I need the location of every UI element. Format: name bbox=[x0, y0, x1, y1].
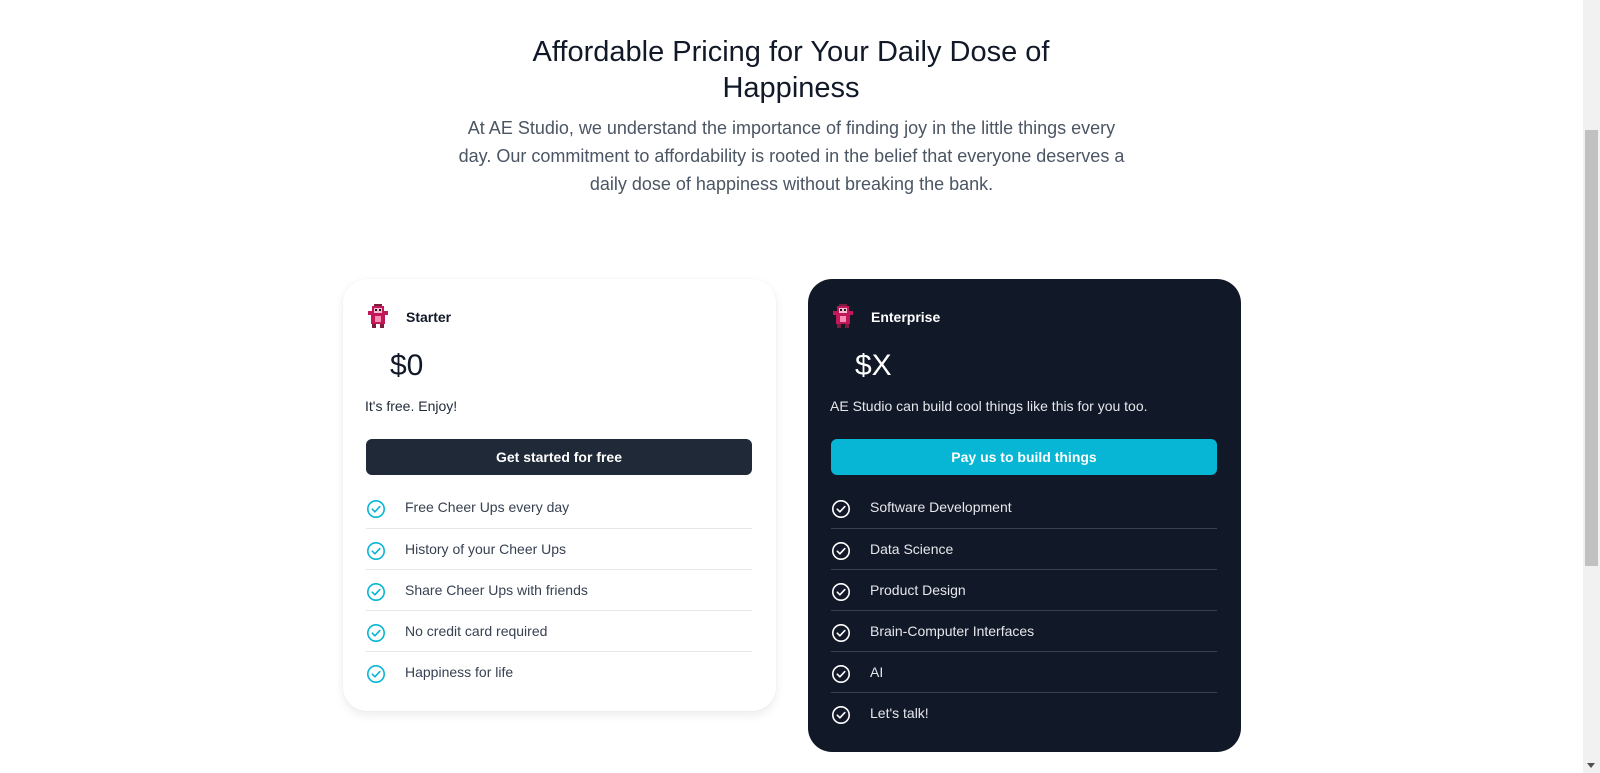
check-circle-icon bbox=[832, 665, 850, 683]
feature-item: Data Science bbox=[831, 528, 1217, 569]
scroll-down-arrow-icon[interactable] bbox=[1587, 763, 1595, 768]
pixel-monkey-icon bbox=[368, 304, 388, 328]
check-circle-icon bbox=[367, 542, 385, 560]
feature-item: Let's talk! bbox=[831, 692, 1217, 733]
pixel-monkey-icon bbox=[833, 304, 853, 328]
enterprise-plan-card: Enterprise $X AE Studio can build cool t… bbox=[808, 279, 1241, 752]
plan-name: Starter bbox=[406, 309, 452, 325]
feature-list: Free Cheer Ups every day History of your… bbox=[366, 487, 752, 692]
check-circle-icon bbox=[832, 624, 850, 642]
feature-item: Happiness for life bbox=[366, 651, 752, 692]
main-content: Affordable Pricing for Your Daily Dose o… bbox=[0, 0, 1583, 773]
feature-label: History of your Cheer Ups bbox=[405, 541, 567, 557]
check-circle-icon bbox=[832, 706, 850, 724]
check-circle-icon bbox=[367, 665, 385, 683]
plan-price: $X bbox=[855, 349, 892, 382]
feature-label: Software Development bbox=[870, 499, 1012, 515]
starter-plan-card: Starter $0 It's free. Enjoy! Get started… bbox=[343, 279, 776, 711]
feature-item: Share Cheer Ups with friends bbox=[366, 569, 752, 610]
check-circle-icon bbox=[832, 583, 850, 601]
feature-item: No credit card required bbox=[366, 610, 752, 651]
plan-tagline: It's free. Enjoy! bbox=[365, 398, 458, 414]
plan-tagline: AE Studio can build cool things like thi… bbox=[830, 398, 1148, 414]
check-circle-icon bbox=[832, 542, 850, 560]
feature-label: Brain-Computer Interfaces bbox=[870, 623, 1035, 639]
feature-item: Free Cheer Ups every day bbox=[366, 487, 752, 528]
feature-label: No credit card required bbox=[405, 623, 548, 639]
page-description: At AE Studio, we understand the importan… bbox=[458, 118, 1125, 194]
check-circle-icon bbox=[367, 624, 385, 642]
feature-item: History of your Cheer Ups bbox=[366, 528, 752, 569]
feature-item: Product Design bbox=[831, 569, 1217, 610]
plan-price: $0 bbox=[390, 349, 424, 382]
check-circle-icon bbox=[832, 500, 850, 518]
feature-item: AI bbox=[831, 651, 1217, 692]
pricing-page: Affordable Pricing for Your Daily Dose o… bbox=[0, 0, 1600, 773]
get-started-free-button[interactable]: Get started for free bbox=[366, 439, 752, 475]
feature-label: Free Cheer Ups every day bbox=[405, 499, 570, 515]
scrollbar-thumb[interactable] bbox=[1585, 130, 1598, 566]
feature-label: AI bbox=[870, 664, 884, 680]
feature-label: Data Science bbox=[870, 541, 954, 557]
feature-item: Software Development bbox=[831, 487, 1217, 528]
check-circle-icon bbox=[367, 500, 385, 518]
feature-label: Happiness for life bbox=[405, 664, 514, 680]
feature-list: Software Development Data Science Produc… bbox=[831, 487, 1217, 733]
feature-item: Brain-Computer Interfaces bbox=[831, 610, 1217, 651]
vertical-scrollbar[interactable] bbox=[1583, 0, 1600, 773]
feature-label: Let's talk! bbox=[870, 705, 929, 721]
check-circle-icon bbox=[367, 583, 385, 601]
page-title: Affordable Pricing for Your Daily Dose o… bbox=[532, 36, 1050, 104]
feature-label: Product Design bbox=[870, 582, 966, 598]
feature-label: Share Cheer Ups with friends bbox=[405, 582, 588, 598]
pay-us-to-build-button[interactable]: Pay us to build things bbox=[831, 439, 1217, 475]
plan-name: Enterprise bbox=[871, 309, 941, 325]
